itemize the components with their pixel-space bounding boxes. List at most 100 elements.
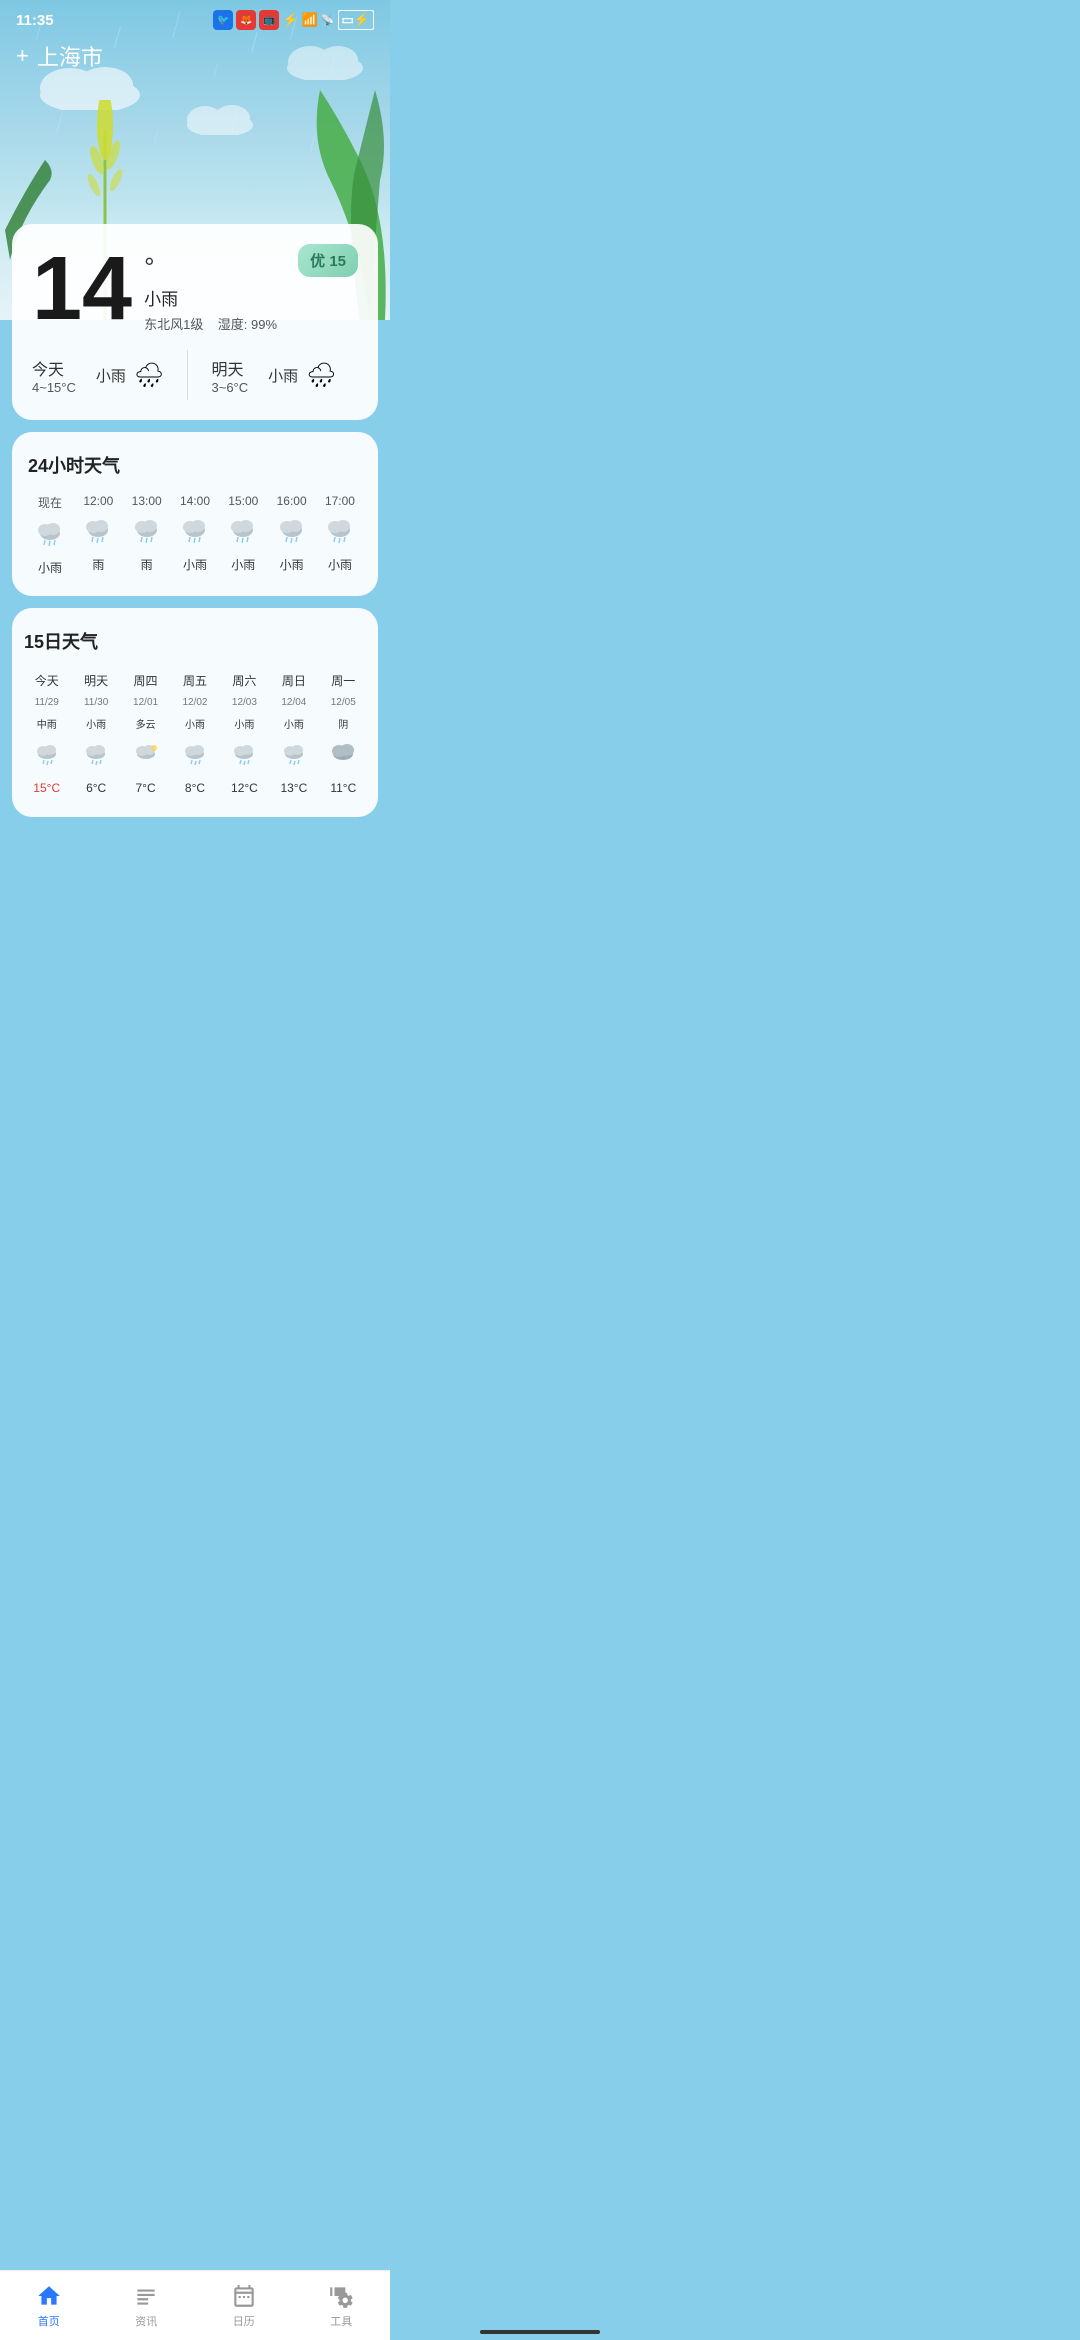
forecast-desc-4: 小雨 [222,714,267,733]
hourly-title: 24小时天气 [28,452,362,478]
hour-icon [35,517,65,553]
aqi-label: 优 [310,253,325,270]
today-label: 今天 [32,356,76,380]
temp-details: ° 小雨 东北风1级 湿度: 99% [144,244,286,333]
tomorrow-weather-icon: 🌧 [306,361,336,390]
forecast-desc-2: 多云 [123,714,168,733]
main-content: 14 ° 小雨 东北风1级 湿度: 99% 优 15 今天 4~15°C [0,224,390,909]
current-temperature: 14 [32,244,132,334]
today-temp: 4~15°C [32,380,76,395]
forecast-date-2: 12/01 [123,695,168,710]
hour-icon [132,514,162,550]
wifi-icon: 📶 [302,12,318,28]
forecast-desc-6: 阴 [321,714,366,733]
today-weather: 小雨 [96,365,126,386]
app-icon-3: 📺 [259,10,279,30]
hourly-item: 13:00 雨 [125,494,169,573]
hour-time: 16:00 [277,494,307,508]
tomorrow-label: 明天 [212,356,249,380]
forecast-date-3: 12/02 [172,695,217,710]
forecast-date-6: 12/05 [321,695,366,710]
forecast-desc-0: 中雨 [24,714,69,733]
bottom-navigation: 首页 资讯 日历 工具 [0,2270,390,2340]
wind-info: 东北风1级 [144,317,203,332]
humidity-info: 湿度: 99% [218,317,277,332]
forecast-label-4: 周六 [222,670,267,691]
forecast-grid: 今天明天周四周五周六周日周一11/2911/3012/0112/0212/031… [24,670,366,797]
add-city-button[interactable]: + [16,43,29,69]
today-section: 今天 4~15°C 小雨 🌧 [32,356,179,395]
forecast-icon-6 [321,737,366,775]
nav-tools-label: 工具 [330,2313,352,2329]
forecast-icon-0 [24,737,69,775]
forecast-label-0: 今天 [24,670,69,691]
hour-icon [83,514,113,550]
tomorrow-temp: 3~6°C [212,380,249,395]
today-weather-icon: 🌧 [134,361,164,390]
signal-icon: 📡 [321,14,335,27]
forecast-temp-2: 7°C [123,779,168,797]
hourly-item: 14:00 小雨 [173,494,217,573]
hour-desc: 小雨 [231,556,255,573]
vertical-divider [187,350,188,400]
forecast-temp-6: 11°C [321,779,366,797]
bluetooth-icon: ⚡ [282,12,298,28]
forecast-title: 15日天气 [24,628,366,654]
hour-icon [325,514,355,550]
nav-news-label: 资讯 [135,2313,157,2329]
battery-icon: ▭⚡ [338,10,374,30]
status-icons: 🐦 🦊 📺 ⚡ 📶 📡 ▭⚡ [213,10,374,30]
city-name: 上海市 [37,40,103,72]
forecast-label-3: 周五 [172,670,217,691]
forecast-temp-4: 12°C [222,779,267,797]
forecast-desc-1: 小雨 [73,714,118,733]
hourly-items: 现在 小雨 12:00 雨 13:00 [28,494,362,576]
today-tomorrow-section: 今天 4~15°C 小雨 🌧 明天 3~6°C 小雨 🌧 [32,350,358,400]
nav-tools[interactable]: 工具 [328,2283,354,2329]
forecast-temp-1: 6°C [73,779,118,797]
hour-desc: 雨 [141,556,153,573]
status-time: 11:35 [16,12,54,29]
hour-desc: 小雨 [38,559,62,576]
hour-time: 15:00 [228,494,258,508]
status-bar: 11:35 🐦 🦊 📺 ⚡ 📶 📡 ▭⚡ [0,0,390,36]
forecast-card: 15日天气 今天明天周四周五周六周日周一11/2911/3012/0112/02… [12,608,378,817]
wind-humidity: 东北风1级 湿度: 99% [144,314,286,333]
forecast-date-1: 11/30 [73,695,118,710]
nav-home-label: 首页 [38,2313,60,2329]
hourly-weather-card: 24小时天气 现在 小雨 12:00 [12,432,378,596]
hour-time: 13:00 [132,494,162,508]
app-icon-1: 🐦 [213,10,233,30]
hour-time: 17:00 [325,494,355,508]
forecast-label-2: 周四 [123,670,168,691]
hour-time: 12:00 [83,494,113,508]
hour-icon [277,514,307,550]
hourly-item: 12:00 雨 [76,494,120,573]
forecast-label-1: 明天 [73,670,118,691]
current-temp-row: 14 ° 小雨 东北风1级 湿度: 99% 优 15 [32,244,358,334]
hourly-item: 16:00 小雨 [270,494,314,573]
tomorrow-weather: 小雨 [268,365,298,386]
forecast-desc-5: 小雨 [271,714,316,733]
forecast-icon-4 [222,737,267,775]
weather-description: 小雨 [144,285,286,310]
app-icon-2: 🦊 [236,10,256,30]
nav-home[interactable]: 首页 [36,2283,62,2329]
forecast-temp-5: 13°C [271,779,316,797]
hour-icon [228,514,258,550]
today-info: 今天 4~15°C [32,356,76,395]
hour-desc: 小雨 [280,556,304,573]
nav-news[interactable]: 资讯 [133,2283,159,2329]
forecast-date-5: 12/04 [271,695,316,710]
forecast-temp-0: 15°C [24,779,69,797]
hourly-item: 15:00 小雨 [221,494,265,573]
hour-desc: 雨 [92,556,104,573]
nav-calendar[interactable]: 日历 [231,2283,257,2329]
forecast-temp-3: 8°C [172,779,217,797]
forecast-icon-5 [271,737,316,775]
forecast-icon-3 [172,737,217,775]
forecast-label-5: 周日 [271,670,316,691]
forecast-date-4: 12/03 [222,695,267,710]
nav-calendar-label: 日历 [233,2313,255,2329]
hour-icon [180,514,210,550]
